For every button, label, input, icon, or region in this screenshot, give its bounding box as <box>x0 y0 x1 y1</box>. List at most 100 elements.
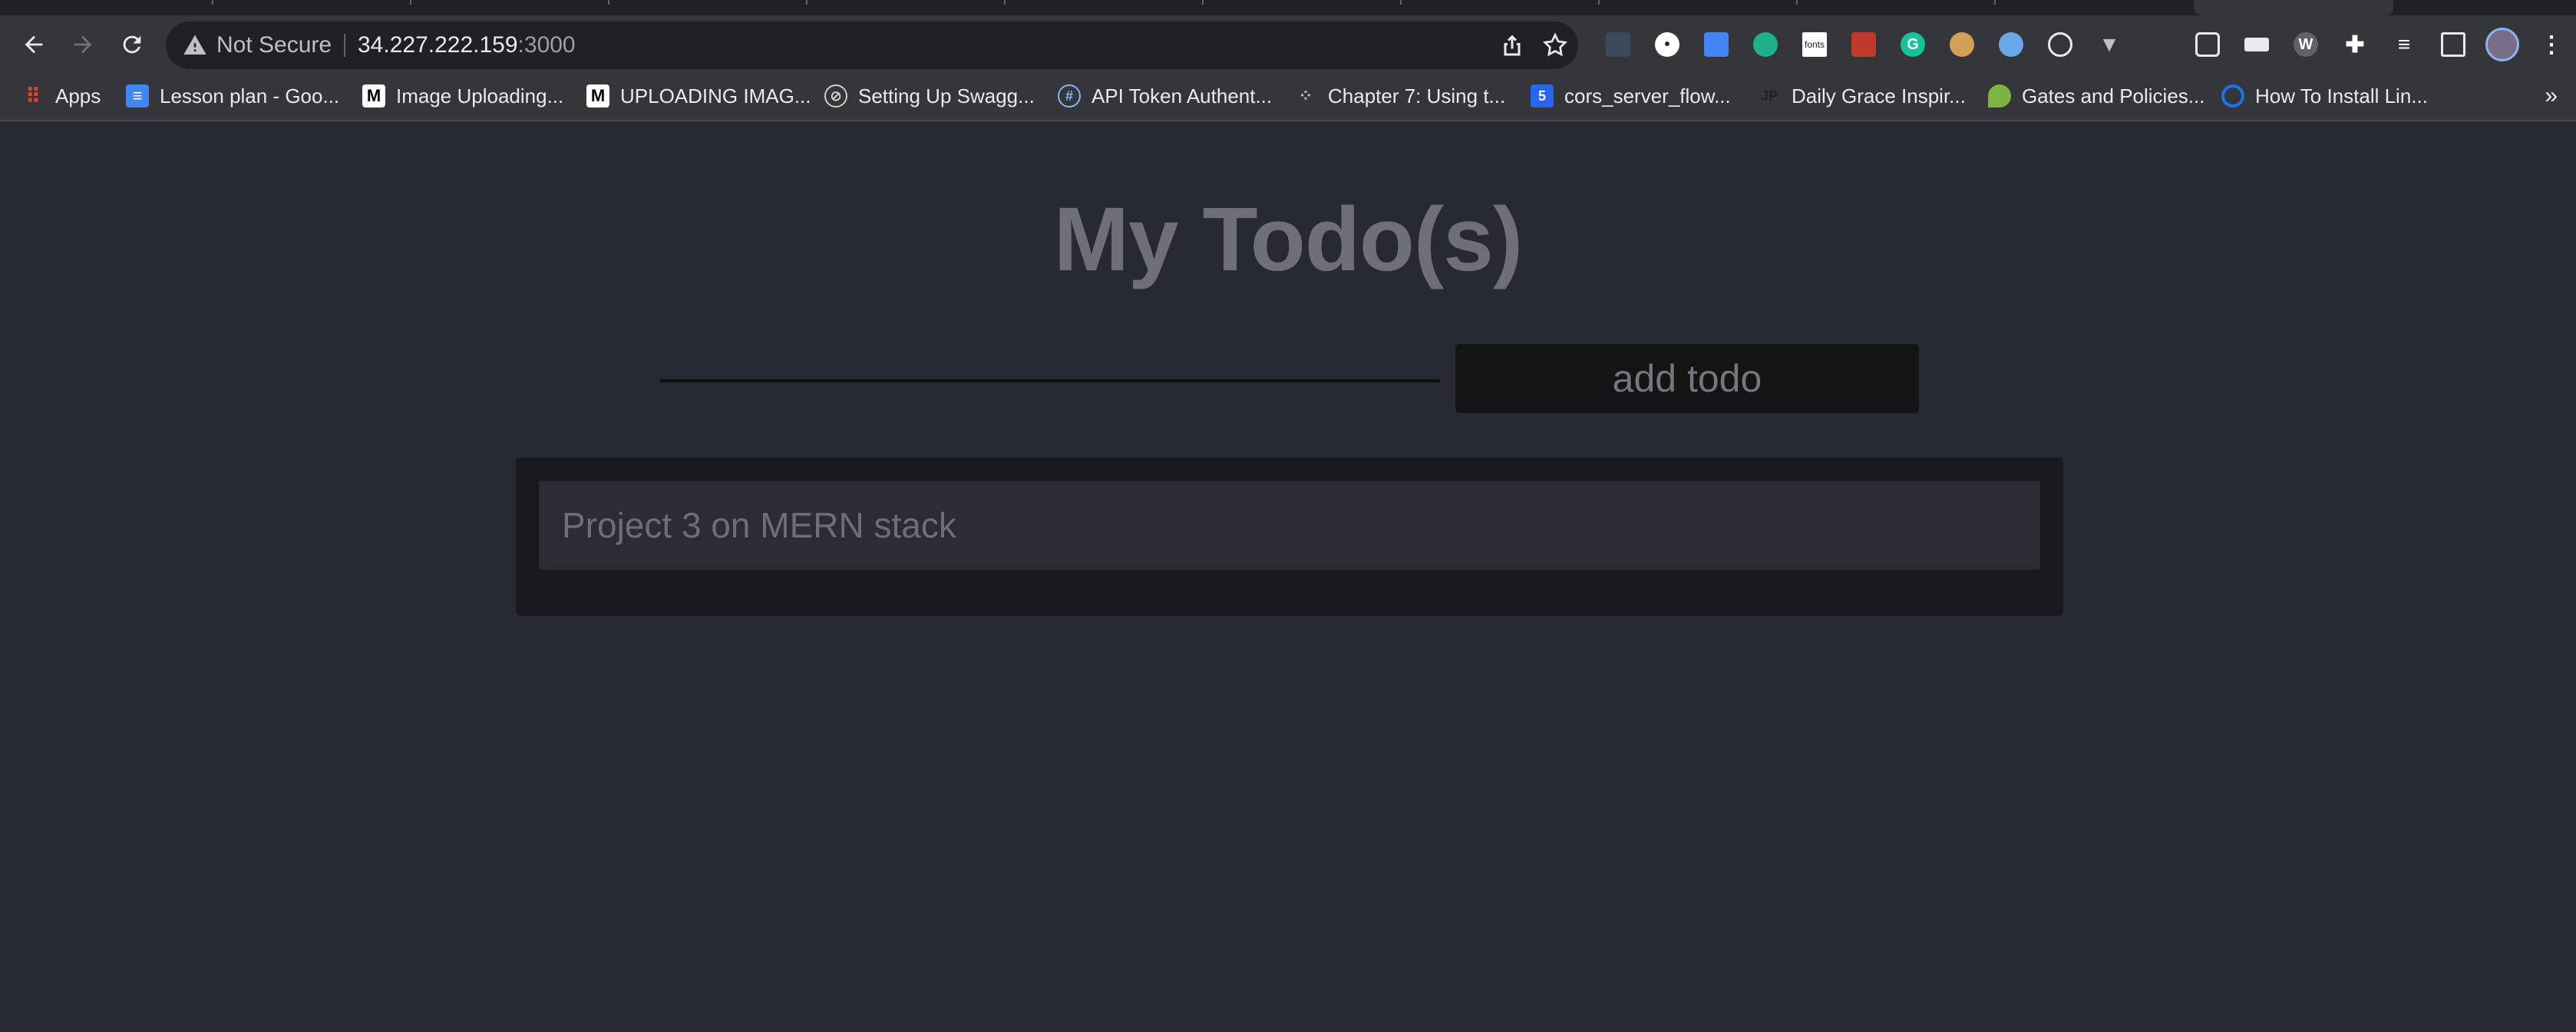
apps-grid-icon: ⠿ <box>25 84 41 108</box>
tab-separator <box>1202 0 1204 5</box>
bookmark-item[interactable]: M UPLOADING IMAG... <box>586 80 811 112</box>
bookmark-item[interactable]: ⊘ Setting Up Swagg... <box>824 80 1035 112</box>
side-panel-icon <box>2441 32 2465 57</box>
avatar <box>2485 28 2519 61</box>
todo-list: Project 3 on MERN stack <box>516 458 2063 616</box>
bookmark-item[interactable]: JP Daily Grace Inspir... <box>1758 80 1966 112</box>
active-tab[interactable] <box>2194 0 2393 15</box>
bookmark-label: Chapter 7: Using t... <box>1328 84 1506 108</box>
bookmark-star-icon[interactable] <box>1541 31 1569 59</box>
bookmarks-overflow-button[interactable]: » <box>2545 80 2558 112</box>
bookmark-label: Gates and Policies... <box>2022 84 2205 108</box>
extension-button[interactable]: G <box>1888 26 1937 63</box>
tab-separator <box>1796 0 1798 5</box>
bookmark-item[interactable]: ⁘ Chapter 7: Using t... <box>1294 80 1505 112</box>
bookmark-item[interactable]: M Image Uploading... <box>362 80 563 112</box>
vue-icon: ▼ <box>2099 32 2120 56</box>
globe-icon <box>1999 32 2023 57</box>
bookmark-item[interactable]: 5 cors_server_flow... <box>1531 80 1731 112</box>
extension-button[interactable]: W <box>2281 26 2330 63</box>
extension-button[interactable]: ▼ <box>2085 26 2134 63</box>
extensions-menu-button[interactable]: ✚ <box>2330 26 2379 63</box>
extension-button[interactable] <box>2134 26 2183 63</box>
kebab-menu-icon: ⋮ <box>2540 31 2563 58</box>
swagger-icon: ⊘ <box>824 84 847 108</box>
dev-tool-icon <box>1606 32 1630 57</box>
bookmark-item[interactable]: # API Token Authent... <box>1058 80 1272 112</box>
side-panel-button[interactable] <box>2429 26 2478 63</box>
css3-icon: 5 <box>1531 84 1554 108</box>
extension-button[interactable] <box>1692 26 1741 63</box>
leaf-icon <box>1988 84 2011 108</box>
google-docs-icon: ≡ <box>126 84 149 108</box>
bookmark-item[interactable]: How To Install Lin... <box>2221 80 2428 112</box>
bookmark-label: API Token Authent... <box>1091 84 1273 108</box>
bookmark-apps[interactable]: ⠿ Apps <box>21 80 101 112</box>
share-icon[interactable] <box>1498 31 1526 59</box>
add-todo-button[interactable]: add todo <box>1455 344 1919 413</box>
extension-button[interactable] <box>1593 26 1643 63</box>
reading-list-icon: ≡ <box>2397 32 2411 56</box>
url-divider <box>344 34 345 57</box>
back-button[interactable] <box>15 26 52 63</box>
reading-list-button[interactable]: ≡ <box>2379 26 2429 63</box>
bookmark-label: Apps <box>55 84 101 108</box>
url-port: :3000 <box>517 32 576 58</box>
target-icon <box>2048 32 2072 57</box>
reload-icon <box>123 35 141 54</box>
arrow-left-icon <box>25 35 43 54</box>
address-bar[interactable]: Not Secure 34.227.222.159:3000 <box>166 22 1578 69</box>
url-host: 34.227.222.159 <box>358 32 518 58</box>
forward-button[interactable] <box>64 26 101 63</box>
hashnode-icon: # <box>1058 84 1081 108</box>
warning-icon[interactable] <box>183 33 207 58</box>
bookmark-label: Lesson plan - Goo... <box>160 84 340 108</box>
extension-button[interactable] <box>1741 26 1790 63</box>
bookmark-label: How To Install Lin... <box>2255 84 2428 108</box>
bookmark-item[interactable]: ≡ Lesson plan - Goo... <box>126 80 339 112</box>
lock-icon <box>2195 32 2220 57</box>
sword-icon <box>2146 32 2171 57</box>
extension-button[interactable] <box>2036 26 2085 63</box>
extension-button[interactable] <box>1986 26 2036 63</box>
extension-button[interactable] <box>2232 26 2281 63</box>
bookmark-label: Daily Grace Inspir... <box>1792 84 1966 108</box>
bookmark-item[interactable]: Gates and Policies... <box>1988 80 2204 112</box>
todo-input[interactable] <box>660 344 1440 382</box>
face-icon: • <box>1655 32 1679 57</box>
profile-button[interactable] <box>2478 26 2527 63</box>
bookmark-label: cors_server_flow... <box>1564 84 1731 108</box>
todo-item[interactable]: Project 3 on MERN stack <box>539 481 2040 570</box>
grammarly-icon: G <box>1901 32 1925 57</box>
reload-button[interactable] <box>114 26 150 63</box>
toolbar: Not Secure 34.227.222.159:3000 • fonts G… <box>0 15 2576 71</box>
medium-icon: M <box>362 84 385 108</box>
puzzle-icon: ✚ <box>2345 31 2365 58</box>
bookmark-label: Setting Up Swagg... <box>858 84 1035 108</box>
url-text[interactable]: 34.227.222.159:3000 <box>358 22 576 69</box>
tab-separator <box>806 0 807 5</box>
bookmarks-bar: ⠿ Apps ≡ Lesson plan - Goo... M Image Up… <box>0 71 2576 121</box>
browser-chrome: Not Secure 34.227.222.159:3000 • fonts G… <box>0 0 2576 121</box>
extension-button[interactable] <box>2183 26 2232 63</box>
jp-icon: JP <box>1758 84 1781 108</box>
window-icon <box>1851 32 1876 57</box>
browser-menu-button[interactable]: ⋮ <box>2527 26 2576 63</box>
wordpress-icon: W <box>2294 32 2318 57</box>
extension-button[interactable] <box>1937 26 1986 63</box>
todo-app: My Todo(s) add todo Project 3 on MERN st… <box>0 121 2576 1032</box>
security-label[interactable]: Not Secure <box>216 22 332 69</box>
tab-separator <box>608 0 609 5</box>
medium-icon: M <box>586 84 609 108</box>
fonts-icon: fonts <box>1802 32 1827 57</box>
tab-strip <box>0 0 2576 15</box>
digitalocean-icon <box>2221 84 2244 108</box>
extension-button[interactable]: fonts <box>1790 26 1839 63</box>
extension-button[interactable]: • <box>1643 26 1692 63</box>
tab-separator <box>1004 0 1006 5</box>
page-title: My Todo(s) <box>1053 189 1523 290</box>
dots-icon: ⁘ <box>1298 86 1313 105</box>
extension-button[interactable] <box>1839 26 1888 63</box>
eyedropper-icon <box>1704 32 1729 57</box>
bookmark-label: UPLOADING IMAG... <box>620 84 811 108</box>
